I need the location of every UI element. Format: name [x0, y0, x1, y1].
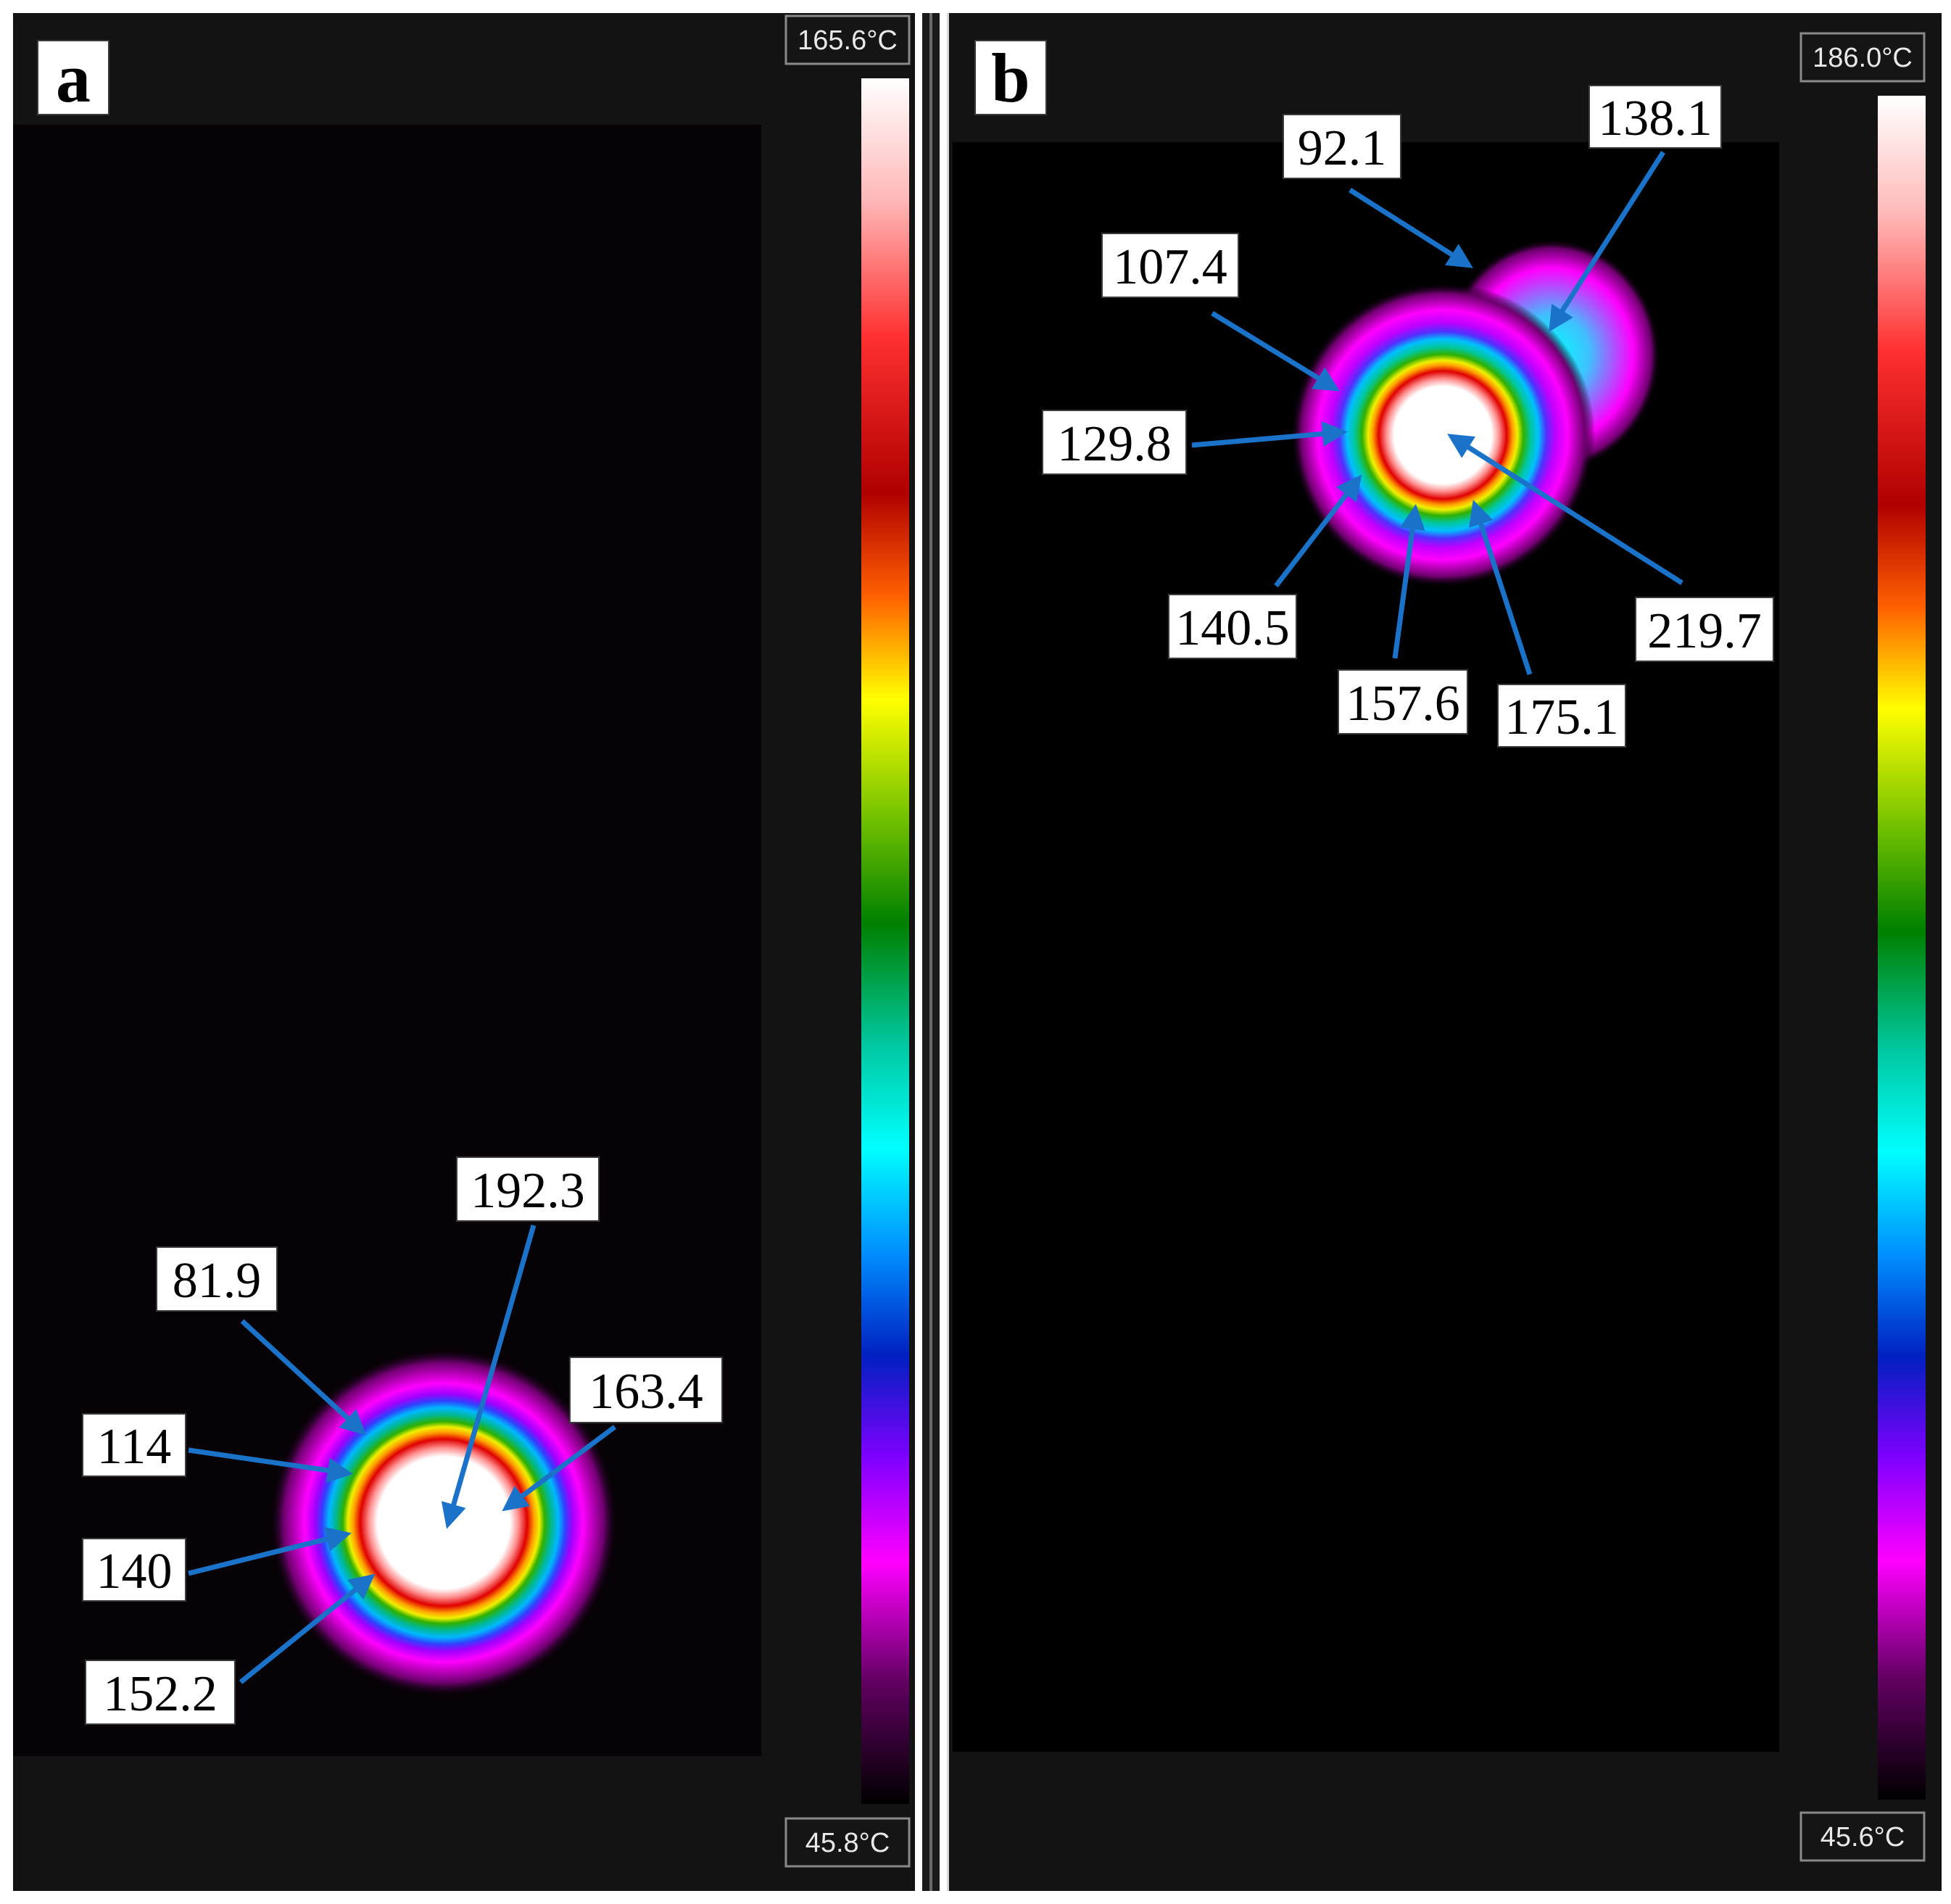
panel-a-letter: a [56, 39, 91, 117]
panel-b-scale-max: 186.0°C [1813, 43, 1913, 73]
panel-b-edge [947, 13, 949, 1891]
svg-text:219.7: 219.7 [1647, 603, 1762, 659]
svg-text:192.3: 192.3 [471, 1163, 585, 1219]
panel-b-scale-min: 45.6°C [1820, 1822, 1905, 1853]
svg-text:129.8: 129.8 [1057, 416, 1172, 472]
svg-text:140.5: 140.5 [1175, 600, 1290, 656]
label-a-140: 140 [82, 1538, 186, 1602]
panel-divider-line [929, 13, 932, 1891]
label-b-157: 157.6 [1338, 669, 1468, 734]
label-b-175: 175.1 [1497, 684, 1626, 748]
label-a-152: 152.2 [85, 1660, 236, 1725]
label-b-92: 92.1 [1283, 114, 1401, 179]
svg-text:175.1: 175.1 [1504, 690, 1619, 745]
panel-a-scale-min: 45.8°C [805, 1828, 890, 1858]
label-b-107: 107.4 [1101, 233, 1239, 298]
label-a-163: 163.4 [569, 1357, 723, 1423]
label-a-114: 114 [82, 1413, 186, 1477]
label-a-192: 192.3 [456, 1156, 600, 1222]
label-b-140: 140.5 [1168, 594, 1297, 659]
panel-b-letter: b [991, 39, 1030, 117]
svg-text:157.6: 157.6 [1346, 676, 1460, 732]
svg-text:92.1: 92.1 [1298, 120, 1387, 176]
panel-b-scale-bar [1878, 96, 1926, 1800]
label-b-219: 219.7 [1635, 597, 1774, 662]
panel-a-scale-bar [861, 78, 909, 1804]
panel-a: a 165.6°C 45.8°C 192.3 81.9 163.4 114 14… [13, 13, 915, 1891]
thermal-figure: a 165.6°C 45.8°C 192.3 81.9 163.4 114 14… [13, 13, 1942, 1891]
label-b-129: 129.8 [1042, 410, 1187, 475]
label-a-81: 81.9 [156, 1246, 278, 1312]
svg-text:81.9: 81.9 [173, 1253, 262, 1309]
panel-a-letter-tag: a [37, 39, 109, 117]
panel-b-letter-tag: b [974, 39, 1047, 117]
svg-text:152.2: 152.2 [103, 1666, 218, 1722]
panel-b: b 186.0°C 45.6°C 92.1 138.1 107.4 129.8 … [947, 13, 1942, 1891]
panel-a-scale-max: 165.6°C [798, 25, 898, 56]
panel-a-hot-spot [270, 1349, 618, 1697]
label-b-138: 138.1 [1588, 85, 1722, 149]
svg-text:114: 114 [97, 1419, 171, 1475]
svg-text:140: 140 [96, 1544, 173, 1599]
svg-text:138.1: 138.1 [1598, 91, 1712, 146]
svg-text:163.4: 163.4 [589, 1364, 703, 1420]
svg-text:107.4: 107.4 [1113, 239, 1227, 295]
